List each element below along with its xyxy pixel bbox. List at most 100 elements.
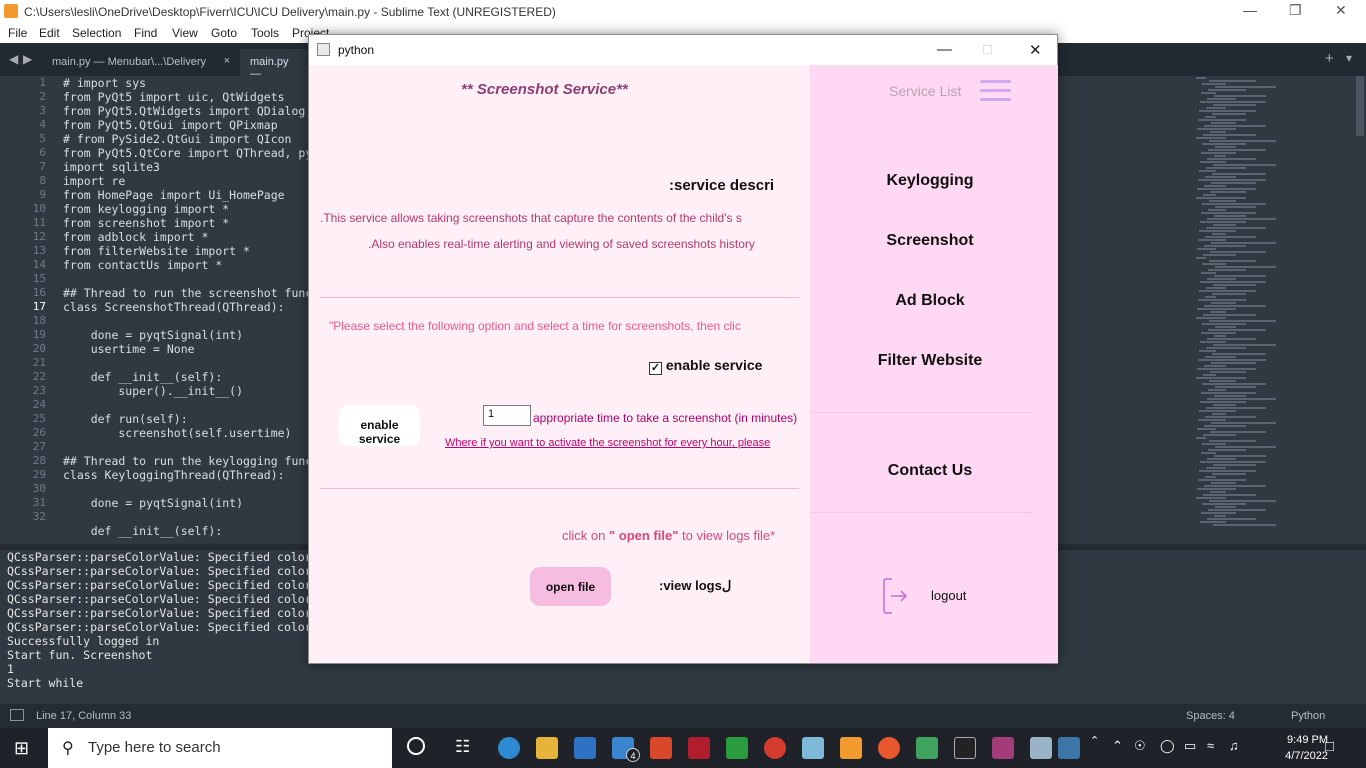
taskbar-clock[interactable]: 9:49 PM 4/7/2022 bbox=[1285, 732, 1328, 764]
sidebar-item-filter-website[interactable]: Filter Website bbox=[810, 352, 1050, 370]
checkbox-checked-icon[interactable]: ✓ bbox=[649, 362, 662, 375]
line-number: 1 bbox=[39, 76, 46, 89]
tab-close-icon[interactable]: × bbox=[224, 55, 230, 67]
panel-toggle-icon[interactable] bbox=[10, 709, 24, 721]
tab-scroll-right-icon[interactable]: ▶ bbox=[23, 52, 32, 66]
window-close-icon[interactable]: ✕ bbox=[1029, 41, 1042, 59]
minimap-line bbox=[1197, 428, 1216, 430]
minimap-line bbox=[1213, 284, 1256, 286]
menu-find[interactable]: Find bbox=[134, 26, 157, 40]
wifi-icon[interactable]: ≈ bbox=[1207, 738, 1214, 753]
hour-link[interactable]: Where if you want to activate the screen… bbox=[445, 437, 770, 449]
restore-icon[interactable]: ❐ bbox=[1289, 2, 1302, 19]
minimap-line bbox=[1214, 155, 1226, 157]
minimize-icon[interactable]: — bbox=[1243, 2, 1257, 18]
minimap-line bbox=[1208, 149, 1266, 151]
window-minimize-icon[interactable]: — bbox=[937, 41, 952, 58]
tray-app-icon[interactable]: ☉ bbox=[1134, 738, 1146, 754]
minimap-line bbox=[1198, 119, 1246, 121]
taskbar-search-box[interactable]: ⚲ Type here to search bbox=[48, 728, 392, 768]
minimap-line bbox=[1206, 407, 1266, 409]
minimap-line bbox=[1208, 209, 1226, 211]
tab-main-active[interactable]: main.py — bbox=[240, 49, 310, 80]
battery-icon[interactable]: ▭ bbox=[1184, 738, 1196, 754]
sidebar-item-adblock[interactable]: Ad Block bbox=[810, 292, 1050, 310]
menu-goto[interactable]: Goto bbox=[211, 26, 237, 40]
sidebar-item-screenshot[interactable]: Screenshot bbox=[810, 232, 1050, 250]
time-input[interactable]: 1 bbox=[483, 405, 531, 426]
menu-view[interactable]: View bbox=[172, 26, 198, 40]
search-placeholder: Type here to search bbox=[88, 739, 221, 756]
minimap-line bbox=[1205, 476, 1216, 478]
search-icon: ⚲ bbox=[62, 740, 74, 757]
minimap-line bbox=[1214, 395, 1246, 397]
chrome-canary-icon[interactable] bbox=[878, 737, 900, 759]
line-number: 16 bbox=[32, 286, 46, 299]
enable-service-checkbox[interactable]: ✓ enable service bbox=[649, 357, 762, 375]
sidebar-divider bbox=[810, 512, 1032, 513]
notifications-icon[interactable]: □ bbox=[1325, 738, 1334, 755]
notepad-icon[interactable] bbox=[802, 737, 824, 759]
logout-icon[interactable] bbox=[882, 577, 908, 615]
service-sidebar: Service List Keylogging Screenshot Ad Bl… bbox=[810, 65, 1058, 663]
sublime-taskbar-icon[interactable] bbox=[840, 737, 862, 759]
minimap-line bbox=[1210, 371, 1246, 373]
editor-scrollbar[interactable] bbox=[1356, 76, 1364, 136]
sidebar-item-keylogging[interactable]: Keylogging bbox=[810, 172, 1050, 190]
volume-icon[interactable]: ♫ bbox=[1229, 738, 1239, 753]
store-icon[interactable] bbox=[574, 737, 596, 759]
syntax-setting[interactable]: Python bbox=[1291, 710, 1325, 722]
winrar-v-icon[interactable] bbox=[688, 737, 710, 759]
service-list-label: Service List bbox=[889, 83, 962, 99]
terminal-icon[interactable] bbox=[954, 737, 976, 759]
hamburger-menu-icon[interactable] bbox=[980, 80, 1011, 102]
show-hidden-icons-icon[interactable]: ⌃ bbox=[1112, 738, 1123, 754]
new-tab-icon[interactable]: + bbox=[1325, 50, 1334, 67]
minimap-line bbox=[1196, 137, 1226, 139]
task-view-icon[interactable]: ☷ bbox=[455, 737, 470, 757]
menu-file[interactable]: File bbox=[8, 26, 27, 40]
enable-service-button[interactable]: enable service bbox=[339, 405, 420, 446]
line-number: 26 bbox=[32, 426, 46, 439]
minimap-line bbox=[1197, 248, 1216, 250]
minimap-line bbox=[1199, 230, 1236, 232]
cortana-icon[interactable] bbox=[407, 737, 425, 755]
tab-scroll-left-icon[interactable]: ◀ bbox=[9, 52, 18, 66]
menu-selection[interactable]: Selection bbox=[72, 26, 121, 40]
tab-list-icon[interactable]: ▾ bbox=[1346, 51, 1352, 65]
office-icon[interactable] bbox=[650, 737, 672, 759]
open-file-button[interactable]: open file bbox=[530, 567, 611, 606]
python-window-icon bbox=[317, 43, 330, 56]
minimap-line bbox=[1203, 434, 1236, 436]
edge-icon[interactable] bbox=[498, 737, 520, 759]
code-editor[interactable]: # import sys from PyQt5 import uic, QtWid… bbox=[63, 76, 313, 544]
menu-edit[interactable]: Edit bbox=[39, 26, 60, 40]
window-maximize-icon[interactable]: □ bbox=[983, 41, 992, 58]
windows-start-icon[interactable]: ⊞ bbox=[14, 738, 29, 759]
logout-label[interactable]: logout bbox=[931, 588, 966, 603]
taskbar-scroll-icon[interactable]: ⌃ bbox=[1090, 734, 1099, 747]
file-explorer-icon[interactable] bbox=[536, 737, 558, 759]
line-number: 19 bbox=[32, 328, 46, 341]
greenshot-icon[interactable] bbox=[916, 737, 938, 759]
line-number: 27 bbox=[32, 440, 46, 453]
service-heading: ** Screenshot Service** bbox=[461, 81, 628, 98]
indentation-setting[interactable]: Spaces: 4 bbox=[1186, 710, 1235, 722]
code-line: # import sys bbox=[63, 76, 147, 90]
chrome-icon[interactable] bbox=[764, 737, 786, 759]
winrar-icon[interactable] bbox=[992, 737, 1014, 759]
minimap-line bbox=[1203, 134, 1256, 136]
minimap[interactable] bbox=[1196, 76, 1356, 544]
menu-tools[interactable]: Tools bbox=[251, 26, 279, 40]
minimap-line bbox=[1198, 239, 1226, 241]
minimap-line bbox=[1209, 260, 1256, 262]
dashlane-icon[interactable] bbox=[726, 737, 748, 759]
tab-main-menubar[interactable]: main.py — Menubar\...\Delivery × bbox=[42, 49, 238, 76]
python-taskbar-icon[interactable] bbox=[1058, 737, 1080, 759]
meet-icon[interactable]: ◯ bbox=[1160, 738, 1175, 754]
network-app-icon[interactable] bbox=[1030, 737, 1052, 759]
close-icon[interactable]: ✕ bbox=[1335, 2, 1347, 19]
divider bbox=[320, 297, 799, 298]
sidebar-item-contact[interactable]: Contact Us bbox=[810, 462, 1050, 480]
